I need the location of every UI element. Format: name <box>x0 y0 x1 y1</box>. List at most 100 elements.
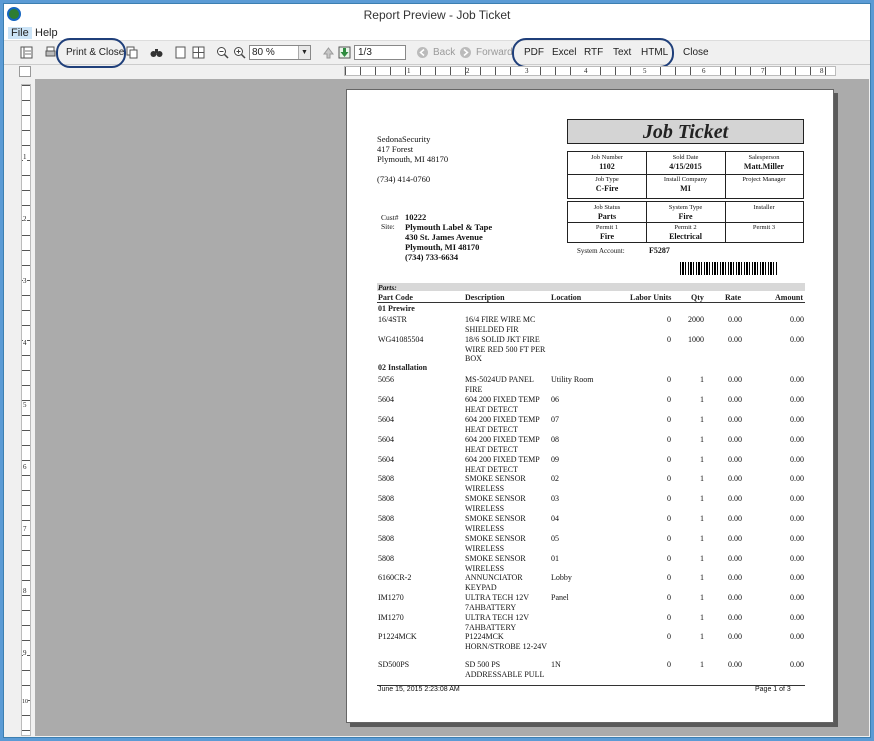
job-status-label: Job Status <box>593 204 621 211</box>
cell-labor: 0 <box>667 335 671 344</box>
cell-qty: 1 <box>700 494 704 503</box>
v-ruler-label-1: 1 <box>23 153 27 161</box>
cell-amount: 0.00 <box>790 474 804 483</box>
cell-code: 5808 <box>378 514 394 523</box>
install-company-label: Install Company <box>663 176 708 183</box>
cell-rate: 0.00 <box>728 554 742 563</box>
window-title: Report Preview - Job Ticket <box>363 8 511 22</box>
cell-qty: 1 <box>700 415 704 424</box>
cell-code: 5808 <box>378 474 394 483</box>
h-ruler-label-7: 7 <box>761 67 765 75</box>
cell-rate: 0.00 <box>728 514 742 523</box>
cell-amount: 0.00 <box>790 534 804 543</box>
cell-code: 5604 <box>378 395 394 404</box>
cell-labor: 0 <box>667 660 671 669</box>
parts-section-header <box>377 283 805 291</box>
project-manager-label: Project Manager <box>742 176 786 183</box>
cell-rate: 0.00 <box>728 395 742 404</box>
next-page-icon[interactable] <box>338 46 351 59</box>
permit2-cell: Permit 2 Electrical <box>646 224 725 241</box>
toolbar: Print & Close 80 % ▼ 1/3 Back Forward PDF… <box>4 41 870 65</box>
site-address-line1: 430 St. James Avenue <box>405 232 483 242</box>
cell-desc: ULTRA TECH 12V 7AHBATTERY <box>465 593 529 612</box>
back-button[interactable]: Back <box>433 45 455 61</box>
col-location: Location <box>551 293 582 302</box>
vertical-ruler-ticks <box>22 85 30 735</box>
chevron-down-icon[interactable]: ▼ <box>298 46 310 59</box>
single-page-icon[interactable] <box>174 46 187 59</box>
job-type-value: C-Fire <box>595 184 619 193</box>
cell-qty: 1 <box>700 455 704 464</box>
cell-desc: MS-5024UD PANEL FIRE <box>465 375 534 394</box>
cell-loc: 1N <box>551 660 561 669</box>
menu-file[interactable]: File <box>8 27 32 39</box>
cell-amount: 0.00 <box>790 632 804 641</box>
close-button[interactable]: Close <box>683 45 709 61</box>
cell-labor: 0 <box>667 632 671 641</box>
permit3-label: Permit 3 <box>752 224 776 231</box>
zoom-in-icon[interactable] <box>233 46 246 59</box>
cell-labor: 0 <box>667 534 671 543</box>
cell-qty: 1 <box>700 435 704 444</box>
job-type-cell: Job Type C-Fire <box>568 176 646 193</box>
cell-code: 6160CR-2 <box>378 573 412 582</box>
v-ruler-label-6: 6 <box>23 463 27 471</box>
title-bar: Report Preview - Job Ticket <box>4 4 870 26</box>
cell-loc: 05 <box>551 534 559 543</box>
cell-qty: 1 <box>700 632 704 641</box>
h-ruler-label-1: 1 <box>407 67 411 75</box>
h-ruler-label-8: 8 <box>820 67 824 75</box>
cell-labor: 0 <box>667 415 671 424</box>
cell-rate: 0.00 <box>728 455 742 464</box>
copy-icon[interactable] <box>126 46 139 59</box>
installer-label: Installer <box>753 204 775 211</box>
v-ruler-label-5: 5 <box>23 401 27 409</box>
multi-page-icon[interactable] <box>192 46 205 59</box>
cell-amount: 0.00 <box>790 455 804 464</box>
job-info-box: Job Number 1102 Sold Date 4/15/2015 Salesp… <box>567 151 804 199</box>
zoom-select[interactable]: 80 % ▼ <box>249 45 311 60</box>
zoom-out-icon[interactable] <box>216 46 229 59</box>
job-number-cell: Job Number 1102 <box>568 154 646 171</box>
h-ruler-label-5: 5 <box>643 67 647 75</box>
cell-amount: 0.00 <box>790 514 804 523</box>
cell-loc: 07 <box>551 415 559 424</box>
forward-icon[interactable] <box>459 46 472 59</box>
h-ruler-label-6: 6 <box>702 67 706 75</box>
horizontal-ruler: 1 2 3 4 5 6 7 8 <box>344 66 836 76</box>
cell-rate: 0.00 <box>728 335 742 344</box>
v-ruler-label-9: 9 <box>23 649 27 657</box>
cell-code: 16/4STR <box>378 315 407 324</box>
cell-labor: 0 <box>667 514 671 523</box>
sold-date-label: Sold Date <box>672 154 699 161</box>
cell-amount: 0.00 <box>790 613 804 622</box>
back-icon[interactable] <box>416 46 429 59</box>
menu-help[interactable]: Help <box>32 27 61 39</box>
salesperson-value: Matt.Miller <box>743 162 785 171</box>
table-of-contents-icon[interactable] <box>20 46 33 59</box>
cell-labor: 0 <box>667 474 671 483</box>
cell-loc: Lobby <box>551 573 572 582</box>
permit2-label: Permit 2 <box>674 224 697 231</box>
salesperson-label: Salesperson <box>748 154 780 161</box>
cell-rate: 0.00 <box>728 660 742 669</box>
find-binoculars-icon[interactable] <box>150 46 163 59</box>
system-account-value: F5287 <box>649 246 670 255</box>
cell-desc: SMOKE SENSOR WIRELESS <box>465 534 526 553</box>
site-label: Site: <box>381 222 395 231</box>
col-labor-units: Labor Units <box>630 293 672 302</box>
cell-loc: 01 <box>551 554 559 563</box>
previous-page-icon[interactable] <box>322 46 335 59</box>
system-type-value: Fire <box>678 212 693 221</box>
cell-amount: 0.00 <box>790 554 804 563</box>
cell-qty: 1000 <box>688 335 704 344</box>
cell-desc: ULTRA TECH 12V 7AHBATTERY <box>465 613 529 632</box>
cell-desc: SMOKE SENSOR WIRELESS <box>465 474 526 493</box>
page-number-input[interactable]: 1/3 <box>354 45 406 60</box>
cell-desc: SMOKE SENSOR WIRELESS <box>465 514 526 533</box>
forward-button[interactable]: Forward <box>476 45 513 61</box>
cell-rate: 0.00 <box>728 534 742 543</box>
cell-labor: 0 <box>667 494 671 503</box>
report-page: SedonaSecurity 417 Forest Plymouth, MI 4… <box>346 89 834 723</box>
cell-labor: 0 <box>667 554 671 563</box>
